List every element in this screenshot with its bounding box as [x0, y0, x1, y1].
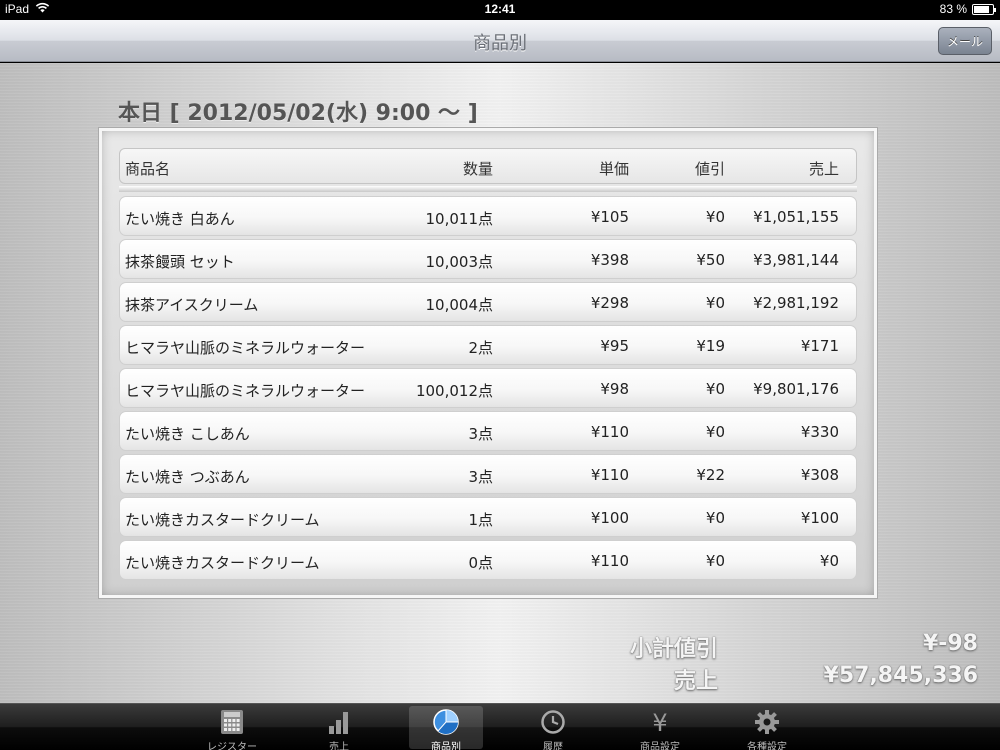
quantity: 3点 — [468, 468, 493, 486]
table-row[interactable]: たい焼き こしあん 3点 ¥110 ¥0 ¥330 — [119, 411, 857, 451]
clock-icon — [516, 708, 590, 736]
quantity: 1点 — [468, 511, 493, 529]
subtotal-discount-value: ¥-98 — [922, 631, 978, 656]
product-name: たい焼き 白あん — [125, 210, 235, 228]
table-row[interactable]: ヒマラヤ山脈のミネラルウォーター 100,012点 ¥98 ¥0 ¥9,801,176 — [119, 368, 857, 408]
main-content: 本日 [ 2012/05/02(水) 9:00 〜 ] 商品名 数量 単価 値引… — [0, 63, 1000, 703]
unit-price: ¥95 — [600, 337, 629, 355]
product-name: たい焼きカスタードクリーム — [125, 554, 320, 572]
sales-amount: ¥100 — [800, 509, 839, 527]
quantity: 10,011点 — [425, 210, 494, 228]
pie-chart-icon — [409, 708, 483, 736]
discount: ¥22 — [696, 466, 725, 484]
product-name: ヒマラヤ山脈のミネラルウォーター — [125, 339, 366, 357]
tab-label: 売上 — [329, 742, 349, 750]
discount: ¥0 — [705, 423, 725, 441]
table-row[interactable]: 抹茶アイスクリーム 10,004点 ¥298 ¥0 ¥2,981,192 — [119, 282, 857, 322]
calculator-icon — [195, 708, 269, 736]
mail-button[interactable]: メール — [938, 27, 992, 55]
table-row[interactable]: たい焼き 白あん 10,011点 ¥105 ¥0 ¥1,051,155 — [119, 196, 857, 236]
battery-icon — [972, 3, 996, 15]
product-table: 商品名 数量 単価 値引 売上 たい焼き 白あん 10,011点 ¥105 ¥0 ¥1,… — [119, 148, 857, 580]
discount: ¥0 — [705, 552, 725, 570]
navigation-bar: 商品別 メール — [0, 20, 1000, 62]
unit-price: ¥100 — [590, 509, 629, 527]
header-price: 単価 — [598, 160, 629, 178]
discount: ¥0 — [705, 509, 725, 527]
quantity: 10,003点 — [425, 253, 494, 271]
status-bar: iPad 12:41 83 % — [0, 0, 1000, 20]
sales-amount: ¥3,981,144 — [753, 251, 839, 269]
tab-product-settings[interactable]: ¥ 商品設定 — [623, 706, 697, 750]
sales-amount: ¥171 — [800, 337, 839, 355]
unit-price: ¥110 — [590, 423, 629, 441]
quantity: 10,004点 — [425, 296, 494, 314]
quantity: 2点 — [468, 339, 493, 357]
discount: ¥50 — [696, 251, 725, 269]
discount: ¥0 — [705, 380, 725, 398]
header-divider — [119, 186, 857, 192]
unit-price: ¥98 — [600, 380, 629, 398]
sales-amount: ¥308 — [800, 466, 839, 484]
tab-label: 商品設定 — [640, 742, 680, 750]
table-row[interactable]: たい焼き つぶあん 3点 ¥110 ¥22 ¥308 — [119, 454, 857, 494]
tab-history[interactable]: 履歴 — [516, 706, 590, 750]
discount: ¥0 — [705, 208, 725, 226]
product-name: ヒマラヤ山脈のミネラルウォーター — [125, 382, 366, 400]
product-name: たい焼きカスタードクリーム — [125, 511, 320, 529]
tab-bar: レジスター 売上 商品別 履歴 ¥ 商品設定 各種設定 — [0, 703, 1000, 750]
sales-amount: ¥9,801,176 — [753, 380, 839, 398]
clock-time: 12:41 — [484, 2, 516, 16]
table-row[interactable]: ヒマラヤ山脈のミネラルウォーター 2点 ¥95 ¥19 ¥171 — [119, 325, 857, 365]
product-name: 抹茶饅頭 セット — [125, 253, 235, 271]
tab-label: 各種設定 — [747, 742, 787, 750]
sales-total-label: 売上 — [673, 669, 718, 694]
gear-icon — [730, 708, 804, 736]
tab-by-product[interactable]: 商品別 — [409, 706, 483, 750]
product-name: たい焼き つぶあん — [125, 468, 250, 486]
unit-price: ¥298 — [590, 294, 629, 312]
table-row[interactable]: 抹茶饅頭 セット 10,003点 ¥398 ¥50 ¥3,981,144 — [119, 239, 857, 279]
tab-register[interactable]: レジスター — [195, 706, 269, 750]
product-name: 抹茶アイスクリーム — [125, 296, 259, 314]
tab-label: 履歴 — [543, 742, 563, 750]
tab-settings[interactable]: 各種設定 — [730, 706, 804, 750]
discount: ¥19 — [696, 337, 725, 355]
quantity: 100,012点 — [415, 382, 493, 400]
header-name: 商品名 — [125, 160, 171, 178]
unit-price: ¥398 — [590, 251, 629, 269]
date-heading: 本日 [ 2012/05/02(水) 9:00 〜 ] — [118, 101, 478, 126]
yen-icon: ¥ — [623, 708, 697, 736]
sales-total-value: ¥57,845,336 — [823, 663, 978, 688]
tab-label: 商品別 — [431, 742, 461, 750]
sales-amount: ¥1,051,155 — [753, 208, 839, 226]
header-qty: 数量 — [462, 160, 493, 178]
quantity: 0点 — [468, 554, 493, 572]
page-title: 商品別 — [473, 33, 527, 54]
product-name: たい焼き こしあん — [125, 425, 250, 443]
bar-chart-icon — [302, 708, 376, 736]
header-sales: 売上 — [808, 160, 839, 178]
svg-text:¥: ¥ — [652, 709, 667, 735]
unit-price: ¥105 — [590, 208, 629, 226]
tab-sales[interactable]: 売上 — [302, 706, 376, 750]
table-header: 商品名 数量 単価 値引 売上 — [119, 148, 857, 184]
quantity: 3点 — [468, 425, 493, 443]
sales-amount: ¥2,981,192 — [753, 294, 839, 312]
discount: ¥0 — [705, 294, 725, 312]
sales-amount: ¥330 — [800, 423, 839, 441]
unit-price: ¥110 — [590, 466, 629, 484]
subtotal-discount-label: 小計値引 — [629, 637, 718, 662]
product-table-frame: 商品名 数量 単価 値引 売上 たい焼き 白あん 10,011点 ¥105 ¥0 ¥1,… — [98, 127, 878, 599]
unit-price: ¥110 — [590, 552, 629, 570]
header-discount: 値引 — [694, 160, 725, 178]
tab-label: レジスター — [207, 742, 257, 750]
table-row[interactable]: たい焼きカスタードクリーム 0点 ¥110 ¥0 ¥0 — [119, 540, 857, 580]
table-row[interactable]: たい焼きカスタードクリーム 1点 ¥100 ¥0 ¥100 — [119, 497, 857, 537]
sales-amount: ¥0 — [819, 552, 839, 570]
battery-percent: 83 % — [939, 2, 967, 16]
